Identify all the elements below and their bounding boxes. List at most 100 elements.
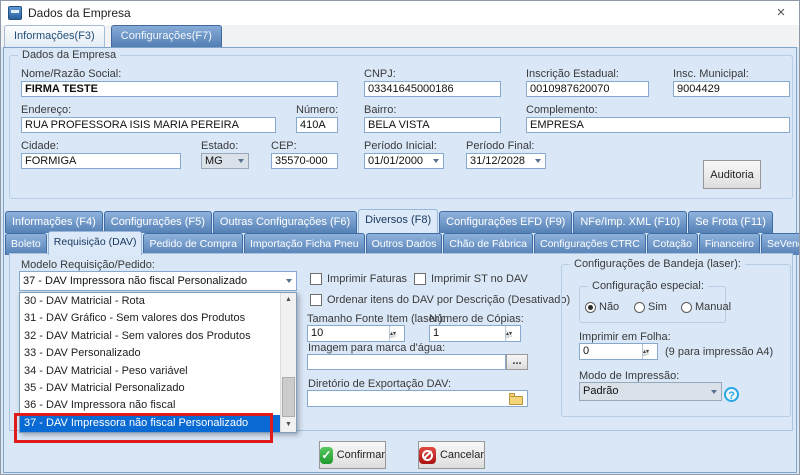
dropdown-scrollbar[interactable]: ▲ ▼ [280, 293, 296, 432]
imprimir-st-label: Imprimir ST no DAV [431, 273, 528, 285]
cnpj-input[interactable]: 03341645000186 [364, 81, 501, 97]
auditoria-button-label: Auditoria [710, 169, 753, 181]
tab-outras-configuracoes-f6[interactable]: Outras Configurações (F6) [213, 211, 357, 233]
tab-requisicao-dav[interactable]: Requisição (DAV) [48, 231, 143, 255]
imagem-marca-input[interactable] [307, 354, 506, 370]
periodo-inicial-select[interactable]: 01/01/2000 [364, 153, 444, 169]
periodo-inicial-label: Período Inicial: [364, 140, 437, 152]
tab-nfe-imp-xml-f10[interactable]: NFe/Imp. XML (F10) [573, 211, 687, 233]
close-icon[interactable]: × [771, 3, 791, 23]
tamanho-fonte-stepper[interactable]: 10 ▴▾ [307, 325, 405, 342]
tab-sevendas[interactable]: SeVendas [761, 233, 800, 255]
tab-configuracoes-f7[interactable]: Configurações(F7) [111, 25, 222, 47]
mid-tab-strip: Informações (F4)Configurações (F5)Outras… [5, 209, 774, 233]
inscricao-municipal-label: Insc. Municipal: [673, 68, 749, 80]
modelo-value: 37 - DAV Impressora não fiscal Personali… [23, 275, 247, 287]
radio-manual[interactable] [681, 302, 692, 313]
radio-sim[interactable] [634, 302, 645, 313]
radio-manual-label: Manual [695, 301, 731, 313]
radio-nao[interactable] [585, 302, 596, 313]
cidade-input[interactable]: FORMIGA [21, 153, 181, 169]
modelo-dropdown-list: 30 - DAV Matricial - Rota 31 - DAV Gráfi… [19, 292, 297, 433]
sub-tab-strip: BoletoRequisição (DAV)Pedido de CompraIm… [5, 231, 800, 255]
tab-outros-dados[interactable]: Outros Dados [366, 233, 443, 255]
imprimir-folha-value: 0 [583, 345, 589, 358]
spin-down-icon[interactable]: ▾ [509, 331, 512, 337]
tab-chao-de-fabrica[interactable]: Chão de Fábrica [443, 233, 533, 255]
company-group-title: Dados da Empresa [18, 49, 120, 61]
folder-browse-icon[interactable] [509, 392, 525, 405]
imprimir-st-checkbox[interactable] [414, 273, 426, 285]
inscricao-estadual-input[interactable]: 0010987620070 [526, 81, 649, 97]
tab-importacao-ficha-pneu[interactable]: Importação Ficha Pneu [244, 233, 365, 255]
modelo-select[interactable]: 37 - DAV Impressora não fiscal Personali… [19, 271, 297, 291]
app-icon [8, 6, 22, 20]
dropdown-option-36[interactable]: 36 - DAV Impressora não fiscal [20, 397, 281, 414]
periodo-final-select[interactable]: 31/12/2028 [466, 153, 546, 169]
dropdown-option-31[interactable]: 31 - DAV Gráfico - Sem valores dos Produ… [20, 310, 281, 327]
imprimir-faturas-label: Imprimir Faturas [327, 273, 407, 285]
chevron-down-icon [286, 279, 292, 283]
bairro-input[interactable]: BELA VISTA [364, 117, 501, 133]
spin-down-icon[interactable]: ▾ [393, 331, 396, 337]
spin-down-icon[interactable]: ▾ [646, 349, 649, 355]
chevron-down-icon [711, 390, 717, 394]
chevron-down-icon [433, 159, 439, 163]
tamanho-fonte-value: 10 [311, 327, 323, 340]
cep-label: CEP: [271, 140, 297, 152]
estado-select[interactable]: MG [201, 153, 249, 169]
scrollbar-up-icon[interactable]: ▲ [281, 293, 296, 307]
periodo-final-value: 31/12/2028 [470, 155, 525, 167]
cancelar-button[interactable]: Cancelar [418, 441, 485, 469]
nome-razao-social-input[interactable]: FIRMA TESTE [21, 81, 338, 97]
dropdown-option-30[interactable]: 30 - DAV Matricial - Rota [20, 293, 281, 310]
bandeja-group-title: Configurações de Bandeja (laser): [570, 258, 745, 270]
modelo-label: Modelo Requisição/Pedido: [21, 259, 155, 271]
tamanho-fonte-label: Tamanho Fonte Item (laser): [307, 313, 445, 325]
endereco-input[interactable]: RUA PROFESSORA ISIS MARIA PEREIRA [21, 117, 276, 133]
estado-label: Estado: [201, 140, 238, 152]
auditoria-button[interactable]: Auditoria [703, 160, 761, 189]
dropdown-option-37-selected[interactable]: 37 - DAV Impressora não fiscal Personali… [20, 415, 281, 432]
imprimir-faturas-checkbox[interactable] [310, 273, 322, 285]
dropdown-option-35[interactable]: 35 - DAV Matricial Personalizado [20, 380, 281, 397]
complemento-input[interactable]: EMPRESA [526, 117, 790, 133]
modo-impressao-select[interactable]: Padrão [579, 382, 722, 401]
chevron-down-icon [535, 159, 541, 163]
tab-informacoes-f3[interactable]: Informações(F3) [4, 25, 105, 47]
confirmar-button[interactable]: ✓ Confirmar [319, 441, 386, 469]
outer-tab-strip: Informações(F3) Configurações(F7) [1, 25, 799, 47]
dropdown-option-33[interactable]: 33 - DAV Personalizado [20, 345, 281, 362]
tab-pedido-de-compra[interactable]: Pedido de Compra [143, 233, 243, 255]
imprimir-folha-stepper[interactable]: 0 ▴▾ [579, 343, 658, 360]
cancelar-button-label: Cancelar [440, 449, 484, 461]
modo-impressao-value: Padrão [583, 385, 618, 397]
tab-se-frota-f11[interactable]: Se Frota (F11) [688, 211, 773, 233]
radio-nao-label: Não [599, 301, 619, 313]
tab-cotacao[interactable]: Cotação [647, 233, 698, 255]
ordenar-itens-checkbox[interactable] [310, 294, 322, 306]
tab-financeiro[interactable]: Financeiro [699, 233, 760, 255]
cidade-label: Cidade: [21, 140, 59, 152]
cnpj-label: CNPJ: [364, 68, 396, 80]
dropdown-option-34[interactable]: 34 - DAV Matricial - Peso variável [20, 363, 281, 380]
dropdown-option-32[interactable]: 32 - DAV Matricial - Sem valores dos Pro… [20, 328, 281, 345]
estado-value: MG [205, 155, 223, 167]
tab-configuracoes-f5[interactable]: Configurações (F5) [104, 211, 212, 233]
imagem-browse-button[interactable]: ... [506, 354, 528, 370]
help-icon[interactable]: ? [724, 387, 739, 402]
cep-input[interactable]: 35570-000 [271, 153, 338, 169]
tab-diversos-f8[interactable]: Diversos (F8) [358, 209, 438, 233]
numero-copias-stepper[interactable]: 1 ▴▾ [429, 325, 521, 342]
inscricao-municipal-input[interactable]: 9004429 [673, 81, 790, 97]
scrollbar-down-icon[interactable]: ▼ [281, 418, 296, 432]
window-title: Dados da Empresa [28, 6, 131, 20]
tab-configuracoes-ctrc[interactable]: Configurações CTRC [534, 233, 646, 255]
tab-boleto[interactable]: Boleto [5, 233, 47, 255]
scrollbar-thumb[interactable] [282, 377, 295, 417]
endereco-label: Endereço: [21, 104, 71, 116]
numero-input[interactable]: 410A [296, 117, 338, 133]
tab-configuracoes-efd-f9[interactable]: Configurações EFD (F9) [439, 211, 572, 233]
diretorio-exportacao-input[interactable] [307, 390, 528, 407]
tab-informacoes-f4[interactable]: Informações (F4) [5, 211, 103, 233]
